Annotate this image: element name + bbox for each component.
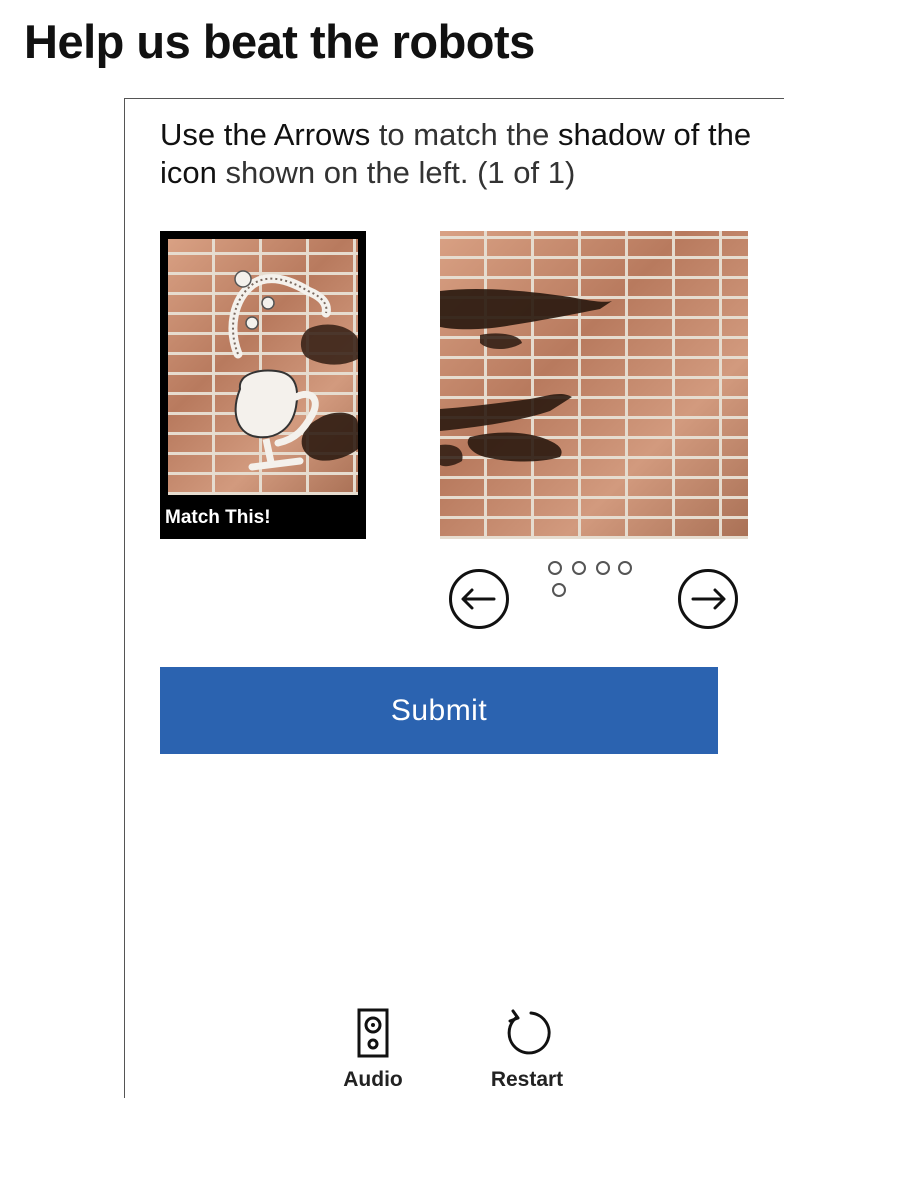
pager-dot[interactable] (572, 561, 586, 575)
reference-card: Match This! (160, 231, 366, 539)
captcha-page: Help us beat the robots Use the Arrows t… (0, 0, 908, 1200)
pager-dot[interactable] (548, 561, 562, 575)
pager-dot[interactable] (552, 583, 566, 597)
submit-button[interactable]: Submit (160, 667, 718, 754)
page-title: Help us beat the robots (24, 15, 535, 68)
audio-label: Audio (343, 1067, 403, 1091)
audio-button[interactable]: Audio (318, 1004, 428, 1094)
pager-dot[interactable] (618, 561, 632, 575)
instruction-text: Use the Arrows to match the shadow of th… (160, 116, 760, 192)
arrow-left-circle-icon (449, 569, 509, 629)
instruction-text-part: to match the (370, 117, 559, 152)
restart-button[interactable]: Restart (472, 1004, 582, 1094)
arrow-right-circle-icon (678, 569, 738, 629)
refresh-icon (507, 1009, 551, 1054)
previous-arrow-button[interactable] (448, 568, 510, 630)
restart-label: Restart (490, 1067, 564, 1091)
choice-illustration (440, 288, 612, 467)
reference-image (168, 239, 358, 495)
match-this-label: Match This! (165, 507, 271, 528)
speaker-icon (357, 1008, 389, 1057)
next-arrow-button[interactable] (677, 568, 739, 630)
instruction-text-part: shown on the left. (1 of 1) (216, 155, 576, 190)
reference-illustration (228, 270, 358, 471)
choice-image (440, 231, 748, 539)
instruction-emphasis-arrows: Use the Arrows (160, 117, 371, 152)
pager-dot[interactable] (596, 561, 610, 575)
